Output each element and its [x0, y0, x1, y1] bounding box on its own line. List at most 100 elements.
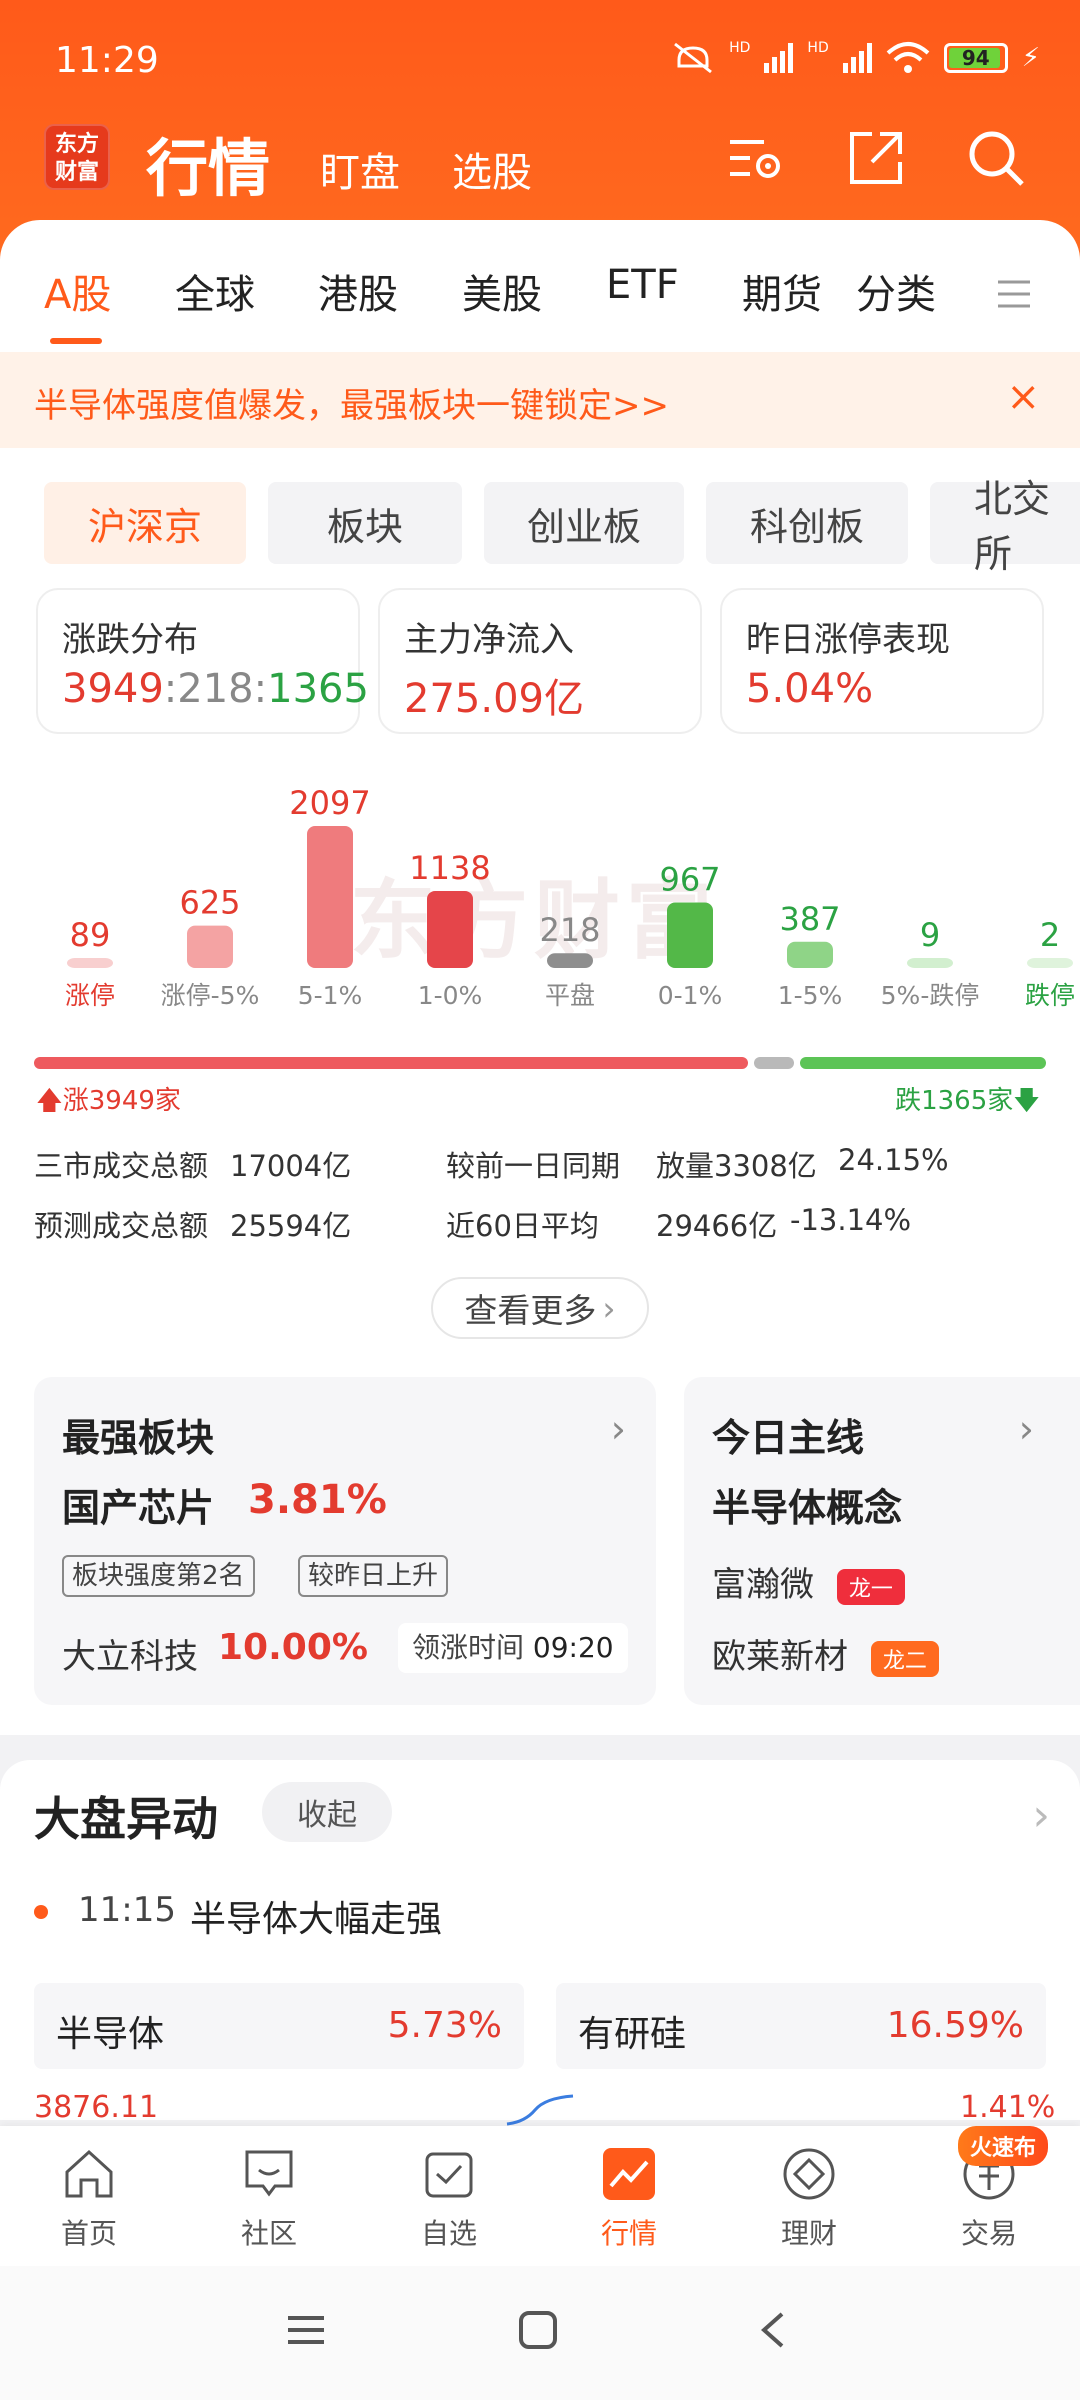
dist-bar	[787, 941, 833, 968]
limit-up-value: 5.04%	[746, 666, 874, 712]
tab-hk[interactable]: 港股	[318, 262, 398, 320]
lead-time-value: 09:20	[532, 1631, 614, 1664]
turnover-avg-pct: -13.14%	[790, 1203, 912, 1237]
signal-icon	[764, 43, 794, 73]
banner-text[interactable]: 半导体强度值爆发，最强板块一键锁定>>	[34, 378, 669, 427]
chevron-right-icon[interactable]: ›	[1032, 1790, 1050, 1841]
event-sector-card[interactable]: 半导体 5.73%	[34, 1983, 524, 2069]
chevron-right-icon[interactable]: ›	[1019, 1407, 1034, 1451]
fall-summary-text: 跌1365家	[895, 1086, 1014, 1116]
app-logo[interactable]: 东方 财富	[44, 124, 110, 190]
rise-fall-card[interactable]: 涨跌分布 3949:218:1365	[36, 588, 369, 734]
nav-watch[interactable]: 盯盘	[320, 140, 400, 198]
recents-menu-icon[interactable]	[286, 2310, 326, 2350]
up-arrow-icon: 🡅	[36, 1086, 63, 1116]
event-sector-pct: 5.73%	[387, 2005, 502, 2046]
nav-market-label: 行情	[600, 2217, 657, 2250]
main-theme-title: 今日主线	[712, 1416, 865, 1460]
strength-rank-tag: 板块强度第2名	[62, 1555, 255, 1597]
tab-futures[interactable]: 期货	[742, 262, 822, 320]
search-icon[interactable]	[964, 126, 1028, 190]
chip-hushenjing[interactable]: 沪深京	[44, 482, 246, 564]
fall-summary: 跌1365家🡇	[895, 1080, 1040, 1126]
chip-bse[interactable]: 北交所	[930, 477, 1080, 576]
chip-sector[interactable]: 板块	[268, 482, 462, 564]
dist-bar-category: 涨停	[65, 981, 115, 1010]
dist-bar-value: 218	[539, 911, 600, 949]
event-text[interactable]: 半导体大幅走强	[190, 1890, 442, 1942]
nav-market[interactable]: 行情	[569, 2144, 689, 2252]
main-theme-card[interactable]: 今日主线 › 半导体概念 富瀚微 龙一 欧莱新材 龙二	[684, 1377, 1080, 1705]
theme-stock-1-name: 富瀚微	[712, 1565, 814, 1605]
nav-stock-picker[interactable]: 选股	[452, 140, 532, 198]
tab-a-share[interactable]: A股	[44, 262, 111, 320]
back-icon[interactable]	[754, 2310, 794, 2350]
chat-icon	[245, 2150, 293, 2197]
main-flow-value: 275.09亿	[404, 676, 584, 722]
rise-fall-distribution-chart[interactable]: 89 涨停 625 涨停-5% 2097 5-1% 1138 1-0% 218 平盘 967 0-1%…	[0, 760, 1080, 1030]
dist-bar	[907, 958, 953, 968]
dist-bar-value: 387	[779, 900, 840, 938]
nav-watchlist[interactable]: 自选	[389, 2144, 509, 2252]
promo-banner[interactable]: 半导体强度值爆发，最强板块一键锁定>> ×	[0, 352, 1080, 448]
rise-fall-values: 3949:218:1365	[62, 666, 369, 712]
collapse-button[interactable]: 收起	[262, 1782, 392, 1842]
lead-stock-name[interactable]: 大立科技	[62, 1629, 198, 1678]
rising-tag: 较昨日上升	[298, 1555, 449, 1597]
market-chart-icon	[603, 2148, 655, 2200]
dist-bar-value: 2097	[289, 784, 370, 822]
chevron-right-icon[interactable]: ›	[611, 1407, 626, 1451]
event-stock-card[interactable]: 有研硅 16.59%	[556, 1983, 1046, 2069]
rise-summary: 🡅涨3949家	[36, 1080, 181, 1126]
system-nav-bar	[0, 2266, 1080, 2400]
main-flow-card[interactable]: 主力净流入 275.09亿	[378, 588, 702, 734]
fall-count: 1365	[267, 666, 369, 712]
checklist-icon	[425, 2152, 473, 2198]
menu-icon[interactable]	[996, 276, 1032, 312]
theme-stock-1[interactable]: 富瀚微 龙一	[712, 1557, 905, 1606]
flat-count: 218	[177, 666, 254, 712]
chip-star[interactable]: 科创板	[706, 482, 908, 564]
logo-line2: 财富	[54, 160, 99, 185]
settings-list-icon[interactable]	[724, 126, 788, 190]
tab-global[interactable]: 全球	[175, 262, 255, 320]
rise-fall-label: 涨跌分布	[62, 620, 198, 660]
strongest-sector-card[interactable]: 最强板块 › 国产芯片 3.81% 板块强度第2名 较昨日上升 大立科技 10.…	[34, 1377, 656, 1705]
turnover-compare-value: 放量3308亿	[656, 1149, 817, 1183]
home-square-icon[interactable]	[518, 2310, 558, 2350]
nav-home[interactable]: 首页	[29, 2144, 149, 2252]
home-icon	[65, 2149, 113, 2198]
market-tabs: A股 全球 港股 美股 ETF 期货 分类	[0, 262, 1080, 332]
fall-ratio-bar	[799, 1057, 1046, 1069]
dist-bar-category: 1-0%	[418, 981, 483, 1010]
dist-bar-value: 967	[659, 861, 720, 899]
tab-us[interactable]: 美股	[462, 262, 542, 320]
charging-icon: ⚡	[1021, 43, 1040, 73]
theme-stock-2-name: 欧莱新材	[712, 1637, 848, 1677]
event-sector-name: 半导体	[56, 2014, 165, 2055]
rise-count: 3949	[62, 666, 164, 712]
tab-category[interactable]: 分类	[856, 262, 936, 320]
event-stock-pct: 16.59%	[886, 2005, 1024, 2046]
strongest-sector-pct: 3.81%	[248, 1477, 387, 1523]
hot-badge[interactable]: 火速布	[958, 2126, 1049, 2166]
nav-community[interactable]: 社区	[209, 2144, 329, 2252]
limit-up-card[interactable]: 昨日涨停表现 5.04%	[720, 588, 1044, 734]
turnover-total-label: 三市成交总额	[34, 1149, 209, 1183]
close-icon[interactable]: ×	[1006, 374, 1040, 420]
share-icon[interactable]	[844, 126, 908, 190]
turnover-forecast-value: 25594亿	[230, 1209, 352, 1243]
theme-stock-2[interactable]: 欧莱新材 龙二	[712, 1629, 939, 1678]
chip-chinext[interactable]: 创业板	[484, 482, 684, 564]
turnover-avg-label: 近60日平均	[446, 1209, 599, 1243]
tab-etf[interactable]: ETF	[606, 262, 679, 308]
nav-community-label: 社区	[240, 2217, 297, 2250]
see-more-button[interactable]: 查看更多 ›	[431, 1277, 649, 1339]
dist-bar	[307, 826, 353, 968]
dragon-2-badge: 龙二	[870, 1641, 939, 1677]
mini-trend-line	[506, 2094, 574, 2126]
battery-icon: 94	[943, 43, 1008, 73]
nav-wealth[interactable]: 理财	[749, 2144, 869, 2252]
down-arrow-icon: 🡇	[1013, 1086, 1040, 1116]
see-more-label: 查看更多	[464, 1291, 597, 1330]
